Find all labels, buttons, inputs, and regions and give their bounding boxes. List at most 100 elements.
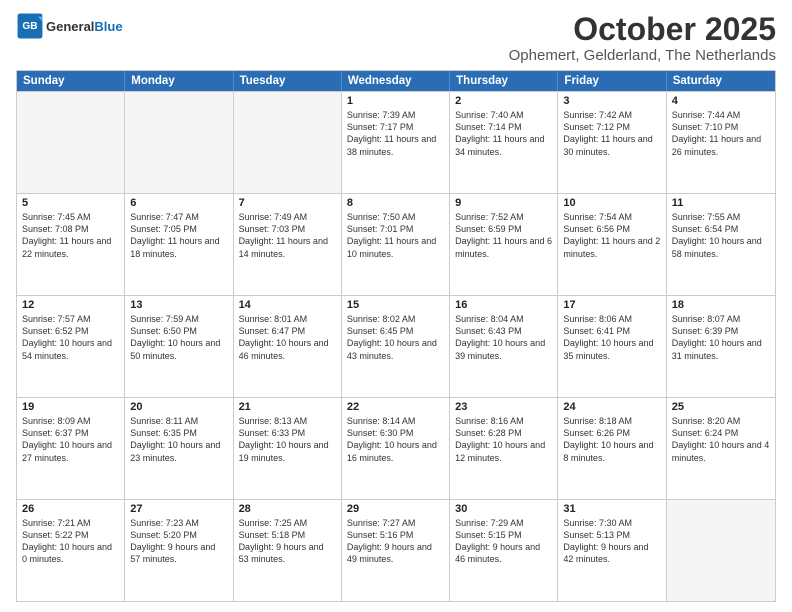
day-of-week-saturday: Saturday	[667, 71, 775, 91]
table-row: 7 Sunrise: 7:49 AM Sunset: 7:03 PM Daylig…	[234, 194, 342, 295]
day-number: 8	[347, 197, 444, 209]
table-row: 14 Sunrise: 8:01 AM Sunset: 6:47 PM Dayli…	[234, 296, 342, 397]
day-info: Sunrise: 7:40 AM Sunset: 7:14 PM Dayligh…	[455, 109, 552, 158]
table-row: 18Sunrise: 8:07 AM Sunset: 6:39 PM Dayli…	[667, 296, 775, 397]
cal-week-4: 19 Sunrise: 8:09 AM Sunset: 6:37 PM Dayli…	[17, 397, 775, 499]
day-info: Sunrise: 8:01 AM Sunset: 6:47 PM Dayligh…	[239, 313, 336, 362]
table-row: 15 Sunrise: 8:02 AM Sunset: 6:45 PM Dayli…	[342, 296, 450, 397]
day-number: 4	[672, 95, 770, 107]
table-row: 10Sunrise: 7:54 AM Sunset: 6:56 PM Dayli…	[558, 194, 666, 295]
day-info: Sunrise: 8:18 AM Sunset: 6:26 PM Dayligh…	[563, 415, 660, 464]
day-info: Sunrise: 7:50 AM Sunset: 7:01 PM Dayligh…	[347, 211, 444, 260]
calendar-body: 1Sunrise: 7:39 AM Sunset: 7:17 PM Daylig…	[17, 91, 775, 601]
table-row	[234, 92, 342, 193]
day-info: Sunrise: 8:06 AM Sunset: 6:41 PM Dayligh…	[563, 313, 660, 362]
table-row: 17Sunrise: 8:06 AM Sunset: 6:41 PM Dayli…	[558, 296, 666, 397]
day-info: Sunrise: 8:16 AM Sunset: 6:28 PM Dayligh…	[455, 415, 552, 464]
table-row	[17, 92, 125, 193]
day-of-week-sunday: Sunday	[17, 71, 125, 91]
day-info: Sunrise: 7:47 AM Sunset: 7:05 PM Dayligh…	[130, 211, 227, 260]
table-row: 24 Sunrise: 8:18 AM Sunset: 6:26 PM Dayli…	[558, 398, 666, 499]
svg-text:GB: GB	[22, 21, 37, 32]
table-row: 25 Sunrise: 8:20 AM Sunset: 6:24 PM Dayli…	[667, 398, 775, 499]
day-of-week-monday: Monday	[125, 71, 233, 91]
day-of-week-wednesday: Wednesday	[342, 71, 450, 91]
table-row: 29Sunrise: 7:27 AM Sunset: 5:16 PM Dayli…	[342, 500, 450, 601]
day-info: Sunrise: 7:42 AM Sunset: 7:12 PM Dayligh…	[563, 109, 660, 158]
table-row: 28 Sunrise: 7:25 AM Sunset: 5:18 PM Dayli…	[234, 500, 342, 601]
table-row: 23 Sunrise: 8:16 AM Sunset: 6:28 PM Dayli…	[450, 398, 558, 499]
day-info: Sunrise: 7:59 AM Sunset: 6:50 PM Dayligh…	[130, 313, 227, 362]
table-row: 13 Sunrise: 7:59 AM Sunset: 6:50 PM Dayli…	[125, 296, 233, 397]
page: GB GeneralBlue October 2025 Ophemert, Ge…	[0, 0, 792, 612]
table-row: 22 Sunrise: 8:14 AM Sunset: 6:30 PM Dayli…	[342, 398, 450, 499]
header: GB GeneralBlue October 2025 Ophemert, Ge…	[16, 12, 776, 64]
day-number: 22	[347, 401, 444, 413]
table-row: 6Sunrise: 7:47 AM Sunset: 7:05 PM Daylig…	[125, 194, 233, 295]
table-row: 5 Sunrise: 7:45 AM Sunset: 7:08 PM Daylig…	[17, 194, 125, 295]
calendar: SundayMondayTuesdayWednesdayThursdayFrid…	[16, 70, 776, 602]
logo-icon: GB	[16, 12, 44, 40]
day-number: 19	[22, 401, 119, 413]
day-info: Sunrise: 7:23 AM Sunset: 5:20 PM Dayligh…	[130, 517, 227, 566]
table-row: 3 Sunrise: 7:42 AM Sunset: 7:12 PM Daylig…	[558, 92, 666, 193]
day-of-week-thursday: Thursday	[450, 71, 558, 91]
calendar-header: SundayMondayTuesdayWednesdayThursdayFrid…	[17, 71, 775, 91]
day-number: 3	[563, 95, 660, 107]
day-info: Sunrise: 8:02 AM Sunset: 6:45 PM Dayligh…	[347, 313, 444, 362]
day-number: 31	[563, 503, 660, 515]
day-info: Sunrise: 7:55 AM Sunset: 6:54 PM Dayligh…	[672, 211, 770, 260]
day-number: 5	[22, 197, 119, 209]
day-info: Sunrise: 7:52 AM Sunset: 6:59 PM Dayligh…	[455, 211, 552, 260]
day-number: 20	[130, 401, 227, 413]
table-row	[125, 92, 233, 193]
day-number: 24	[563, 401, 660, 413]
day-number: 11	[672, 197, 770, 209]
day-info: Sunrise: 8:09 AM Sunset: 6:37 PM Dayligh…	[22, 415, 119, 464]
day-number: 18	[672, 299, 770, 311]
day-number: 27	[130, 503, 227, 515]
table-row: 9Sunrise: 7:52 AM Sunset: 6:59 PM Daylig…	[450, 194, 558, 295]
table-row: 20Sunrise: 8:11 AM Sunset: 6:35 PM Dayli…	[125, 398, 233, 499]
table-row: 2 Sunrise: 7:40 AM Sunset: 7:14 PM Daylig…	[450, 92, 558, 193]
day-info: Sunrise: 8:20 AM Sunset: 6:24 PM Dayligh…	[672, 415, 770, 464]
day-info: Sunrise: 7:25 AM Sunset: 5:18 PM Dayligh…	[239, 517, 336, 566]
month-title: October 2025	[509, 12, 776, 47]
day-number: 21	[239, 401, 336, 413]
cal-week-5: 26 Sunrise: 7:21 AM Sunset: 5:22 PM Dayli…	[17, 499, 775, 601]
day-info: Sunrise: 7:27 AM Sunset: 5:16 PM Dayligh…	[347, 517, 444, 566]
day-info: Sunrise: 7:54 AM Sunset: 6:56 PM Dayligh…	[563, 211, 660, 260]
cal-week-2: 5 Sunrise: 7:45 AM Sunset: 7:08 PM Daylig…	[17, 193, 775, 295]
cal-week-3: 12Sunrise: 7:57 AM Sunset: 6:52 PM Dayli…	[17, 295, 775, 397]
day-number: 28	[239, 503, 336, 515]
day-of-week-tuesday: Tuesday	[234, 71, 342, 91]
logo: GB GeneralBlue	[16, 12, 123, 40]
day-number: 13	[130, 299, 227, 311]
day-number: 15	[347, 299, 444, 311]
day-info: Sunrise: 7:49 AM Sunset: 7:03 PM Dayligh…	[239, 211, 336, 260]
day-info: Sunrise: 8:14 AM Sunset: 6:30 PM Dayligh…	[347, 415, 444, 464]
day-number: 7	[239, 197, 336, 209]
table-row: 16 Sunrise: 8:04 AM Sunset: 6:43 PM Dayli…	[450, 296, 558, 397]
day-number: 2	[455, 95, 552, 107]
day-info: Sunrise: 8:04 AM Sunset: 6:43 PM Dayligh…	[455, 313, 552, 362]
day-number: 26	[22, 503, 119, 515]
table-row	[667, 500, 775, 601]
day-number: 1	[347, 95, 444, 107]
day-number: 23	[455, 401, 552, 413]
table-row: 30Sunrise: 7:29 AM Sunset: 5:15 PM Dayli…	[450, 500, 558, 601]
day-info: Sunrise: 7:45 AM Sunset: 7:08 PM Dayligh…	[22, 211, 119, 260]
table-row: 31Sunrise: 7:30 AM Sunset: 5:13 PM Dayli…	[558, 500, 666, 601]
day-number: 16	[455, 299, 552, 311]
logo-text: GeneralBlue	[46, 19, 123, 34]
table-row: 26 Sunrise: 7:21 AM Sunset: 5:22 PM Dayli…	[17, 500, 125, 601]
day-info: Sunrise: 8:13 AM Sunset: 6:33 PM Dayligh…	[239, 415, 336, 464]
day-number: 25	[672, 401, 770, 413]
day-number: 14	[239, 299, 336, 311]
day-info: Sunrise: 7:57 AM Sunset: 6:52 PM Dayligh…	[22, 313, 119, 362]
table-row: 27 Sunrise: 7:23 AM Sunset: 5:20 PM Dayli…	[125, 500, 233, 601]
day-info: Sunrise: 7:21 AM Sunset: 5:22 PM Dayligh…	[22, 517, 119, 566]
table-row: 21 Sunrise: 8:13 AM Sunset: 6:33 PM Dayli…	[234, 398, 342, 499]
table-row: 12Sunrise: 7:57 AM Sunset: 6:52 PM Dayli…	[17, 296, 125, 397]
day-number: 30	[455, 503, 552, 515]
